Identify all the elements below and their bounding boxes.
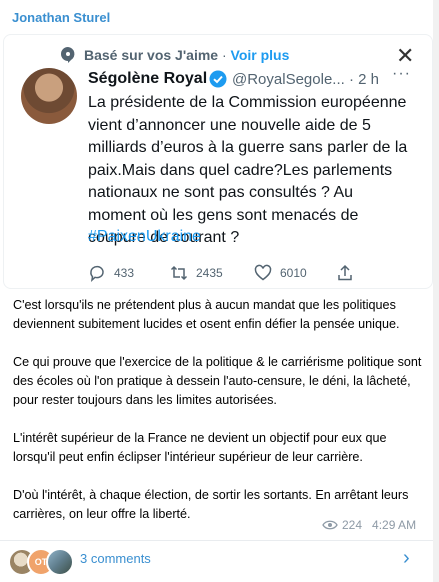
- author-avatar: [21, 68, 77, 124]
- author-handle-time: @RoyalSegole... · 2 h: [232, 71, 379, 88]
- context-separator: ·: [221, 47, 227, 63]
- commenter-avatar-3: [46, 548, 74, 576]
- message-paragraph-1: C'est lorsqu'ils ne prétendent plus à au…: [13, 298, 400, 331]
- message-paragraph-2: Ce qui prouve que l'exercice de la polit…: [13, 355, 422, 407]
- message-text: C'est lorsqu'ils ne prétendent plus à au…: [13, 296, 423, 543]
- scrollbar[interactable]: [433, 0, 439, 582]
- comments-bar[interactable]: OT 3 comments ›: [0, 541, 439, 582]
- tweet-text: La présidente de la Commission européenn…: [88, 94, 408, 246]
- more-options-icon[interactable]: ···: [392, 65, 411, 83]
- retweet-icon: [170, 265, 188, 281]
- eye-icon: [322, 520, 338, 530]
- message-bubble: Jonathan Sturel Basé sur vos J'aime · Vo…: [0, 0, 439, 582]
- like-count: 6010: [280, 266, 307, 280]
- author-name: Ségolène Royal: [88, 70, 208, 87]
- reply-icon: [90, 265, 104, 282]
- context-prefix: Basé sur vos J'aime: [84, 47, 219, 63]
- heart-icon: [254, 264, 272, 281]
- tweet-hashtag[interactable]: #PaixenUkraine: [88, 228, 201, 246]
- see-more-link[interactable]: Voir plus: [231, 47, 290, 63]
- like-action[interactable]: 6010: [254, 264, 307, 282]
- chevron-right-icon[interactable]: ›: [403, 547, 410, 570]
- view-count: 224: [342, 518, 363, 532]
- tweet-screenshot[interactable]: Basé sur vos J'aime · Voir plus ✕ Ségolè…: [3, 34, 433, 289]
- context-line: Basé sur vos J'aime · Voir plus: [84, 47, 289, 63]
- message-meta: 224 4:29 AM: [322, 518, 416, 532]
- reply-count: 433: [114, 266, 135, 280]
- reply-action[interactable]: 433: [88, 264, 134, 282]
- tweet-actions: 433 2435 6010: [88, 264, 418, 284]
- comments-count-label[interactable]: 3 comments: [80, 551, 151, 566]
- message-paragraph-3: L'intérêt supérieur de la France ne devi…: [13, 431, 387, 464]
- verified-badge-icon: [209, 70, 227, 88]
- retweet-count: 2435: [196, 266, 223, 280]
- share-action[interactable]: [336, 264, 362, 282]
- retweet-action[interactable]: 2435: [170, 264, 223, 282]
- sender-name[interactable]: Jonathan Sturel: [12, 10, 110, 25]
- speech-bubble-icon: [61, 47, 75, 63]
- share-icon: [338, 264, 352, 281]
- message-time: 4:29 AM: [372, 518, 417, 532]
